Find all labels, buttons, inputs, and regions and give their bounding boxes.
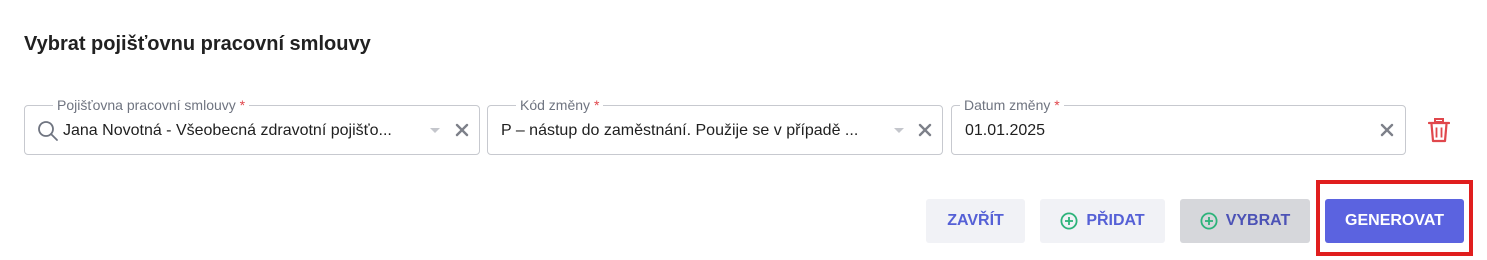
highlight-box bbox=[1316, 180, 1473, 256]
insurance-company-field[interactable]: Pojišťovna pracovní smlouvy * Jana Novot… bbox=[24, 96, 480, 155]
select-button-label: VYBRAT bbox=[1225, 212, 1291, 229]
required-mark: * bbox=[239, 97, 246, 113]
close-button-label: ZAVŘÍT bbox=[947, 212, 1004, 229]
clear-icon[interactable] bbox=[918, 123, 932, 137]
change-code-value: P – nástup do zaměstnání. Použije se v p… bbox=[501, 122, 859, 139]
change-code-field[interactable]: Kód změny * P – nástup do zaměstnání. Po… bbox=[487, 96, 943, 155]
add-button-label: PŘIDAT bbox=[1086, 212, 1145, 229]
insurance-company-label-text: Pojišťovna pracovní smlouvy bbox=[57, 97, 236, 113]
change-code-label: Kód změny * bbox=[516, 96, 604, 114]
add-circle-icon bbox=[1200, 212, 1218, 230]
change-date-label-text: Datum změny bbox=[964, 97, 1051, 113]
chevron-down-icon[interactable] bbox=[429, 127, 441, 135]
search-icon bbox=[38, 121, 58, 141]
clear-icon[interactable] bbox=[455, 123, 469, 137]
change-date-label: Datum změny * bbox=[960, 96, 1064, 114]
required-mark: * bbox=[1054, 97, 1060, 113]
change-date-field[interactable]: Datum změny * 01.01.2025 bbox=[951, 96, 1406, 155]
add-button[interactable]: PŘIDAT bbox=[1040, 199, 1165, 243]
insurance-company-value: Jana Novotná - Všeobecná zdravotní pojiš… bbox=[63, 122, 392, 139]
add-circle-icon bbox=[1060, 212, 1078, 230]
trash-icon[interactable] bbox=[1428, 118, 1450, 143]
required-mark: * bbox=[593, 97, 600, 113]
insurance-company-label: Pojišťovna pracovní smlouvy * bbox=[53, 96, 250, 114]
change-date-value: 01.01.2025 bbox=[965, 122, 1046, 139]
close-button[interactable]: ZAVŘÍT bbox=[926, 199, 1025, 243]
select-button[interactable]: VYBRAT bbox=[1180, 199, 1310, 243]
dialog-title: Vybrat pojišťovnu pracovní smlouvy bbox=[24, 33, 371, 55]
clear-icon[interactable] bbox=[1380, 123, 1394, 137]
change-code-label-text: Kód změny bbox=[520, 97, 591, 113]
chevron-down-icon[interactable] bbox=[893, 127, 905, 135]
